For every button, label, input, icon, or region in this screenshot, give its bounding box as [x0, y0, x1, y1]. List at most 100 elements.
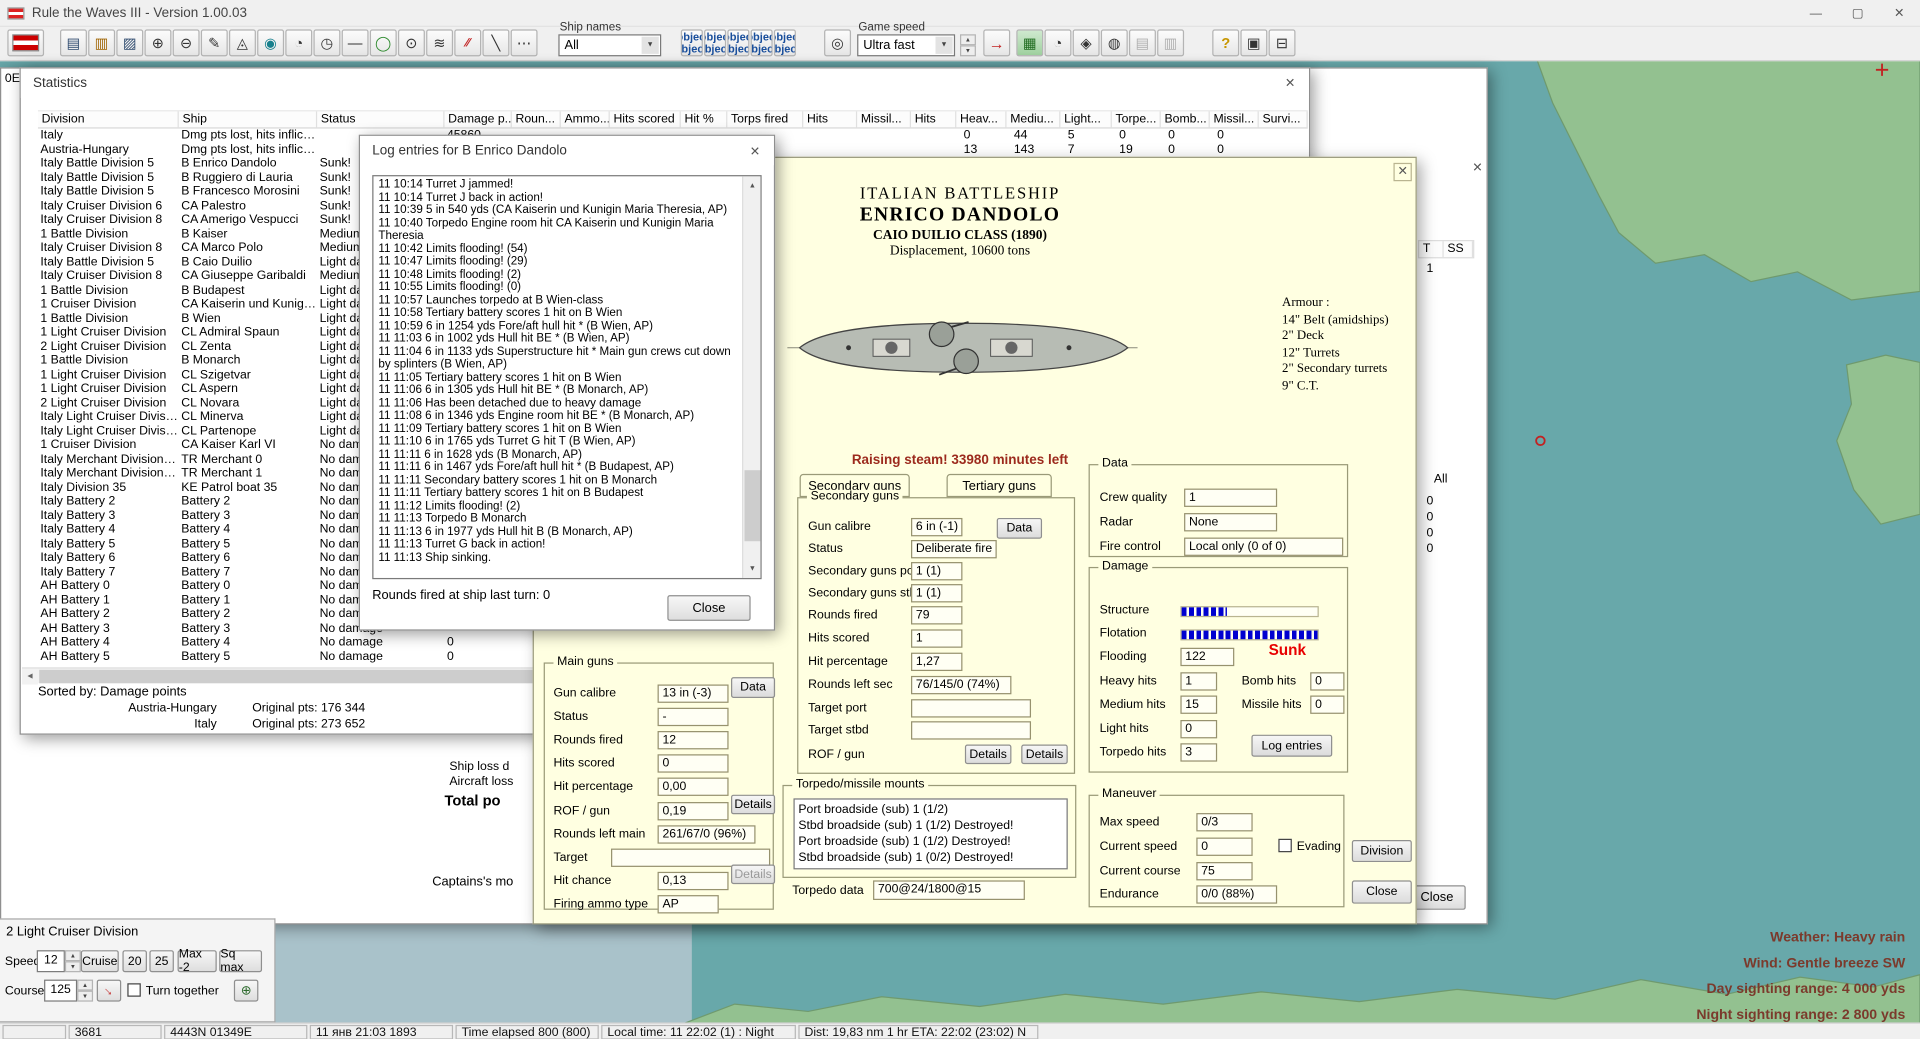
secondary-data-button[interactable]: Data: [997, 518, 1042, 539]
column-header[interactable]: Survi...: [1259, 111, 1308, 127]
battle-close-button[interactable]: Close: [1408, 885, 1466, 909]
ship-close-button[interactable]: Close: [1352, 880, 1412, 903]
torpedo-mount-item[interactable]: Port broadside (sub) 1 (1/2) Destroyed!: [798, 834, 1062, 850]
squadron-max-button[interactable]: Sq max: [219, 950, 262, 972]
run-step-1-button[interactable]: [object Object]: [704, 29, 726, 56]
column-header[interactable]: Hits: [911, 111, 956, 127]
draw-button[interactable]: ✎: [201, 29, 228, 56]
column-header[interactable]: Torps fired: [727, 111, 803, 127]
secondary-details-port-button[interactable]: Details: [965, 744, 1012, 764]
log-entry[interactable]: 11 11:13 Turret G back in action!: [378, 539, 738, 552]
speed-25-button[interactable]: 25: [149, 950, 173, 972]
torpedo-mount-item[interactable]: Stbd broadside (sub) 1 (0/2) Destroyed!: [798, 850, 1062, 866]
speed-20-button[interactable]: 20: [122, 950, 146, 972]
ship-window-close-button[interactable]: ✕: [1393, 163, 1411, 181]
column-header[interactable]: Heav...: [956, 111, 1006, 127]
advance-button[interactable]: →: [983, 29, 1010, 56]
log-entry[interactable]: 11 11:10 6 in 1765 yds Turret G hit T (B…: [378, 436, 738, 449]
log-entry[interactable]: 11 10:14 Turret J jammed!: [378, 179, 738, 192]
turn-together-checkbox[interactable]: [127, 983, 140, 996]
set-course-button[interactable]: →: [97, 980, 121, 1002]
log-entry[interactable]: 11 11:03 6 in 1002 yds Hull hit BE * (B …: [378, 333, 738, 346]
course-spinner[interactable]: 125: [44, 980, 77, 1002]
scrollbar-thumb[interactable]: [744, 470, 760, 541]
run-step-2-button[interactable]: [object Object]: [727, 29, 749, 56]
game-speed-select[interactable]: Ultra fast▼: [857, 34, 955, 56]
grid-1-button[interactable]: ▤: [1129, 29, 1156, 56]
log-entries-button[interactable]: Log entries: [1251, 735, 1332, 757]
run-button[interactable]: [object Object]: [681, 29, 703, 56]
speed-stepper[interactable]: ▲▼: [960, 34, 976, 56]
cruise-button[interactable]: Cruise: [81, 950, 119, 972]
max-speed-button[interactable]: Max -2: [178, 950, 217, 972]
vertical-scrollbar[interactable]: ▲ ▼: [742, 176, 760, 578]
log-entry[interactable]: 11 10:40 Torpedo Engine room hit CA Kais…: [378, 217, 738, 243]
print-button[interactable]: ⊟: [1269, 29, 1296, 56]
column-header[interactable]: Light...: [1060, 111, 1111, 127]
log-entry[interactable]: 11 11:13 Ship sinking.: [378, 552, 738, 565]
column-header[interactable]: Missil...: [857, 111, 911, 127]
log-entry[interactable]: 11 10:55 Limits flooding! (0): [378, 282, 738, 295]
log-entry[interactable]: 11 11:11 6 in 1467 yds Fore/aft hull hit…: [378, 462, 738, 475]
column-header[interactable]: Ship: [179, 111, 317, 127]
tab-tertiary-guns[interactable]: Tertiary guns: [947, 474, 1052, 497]
log-entry[interactable]: 11 11:04 6 in 1133 yds Superstructure hi…: [378, 346, 738, 372]
more-tools-button[interactable]: ⋯: [511, 29, 538, 56]
log-entry[interactable]: 11 10:47 Limits flooding! (29): [378, 256, 738, 269]
column-header[interactable]: Bomb...: [1161, 111, 1210, 127]
scroll-down-icon[interactable]: ▼: [743, 560, 761, 578]
maximize-button[interactable]: ▢: [1837, 0, 1879, 27]
help-button[interactable]: ?: [1212, 29, 1239, 56]
sonar-circle-button[interactable]: ⊙: [398, 29, 425, 56]
column-header[interactable]: Mediu...: [1007, 111, 1061, 127]
column-header[interactable]: Roun...: [512, 111, 561, 127]
battle-window-close-button[interactable]: ✕: [1468, 159, 1486, 177]
speed-spinner[interactable]: 12: [37, 950, 65, 972]
report-button[interactable]: ▥: [88, 29, 115, 56]
column-header[interactable]: Hits scored: [610, 111, 681, 127]
log-entry[interactable]: 11 11:08 6 in 1346 yds Engine room hit B…: [378, 410, 738, 423]
dash-button[interactable]: —: [342, 29, 369, 56]
nation-flag-button[interactable]: [7, 29, 44, 56]
column-header[interactable]: SS: [1444, 241, 1473, 257]
secondary-details-stbd-button[interactable]: Details: [1021, 744, 1068, 764]
column-header[interactable]: T: [1419, 241, 1443, 257]
globe-button[interactable]: ◉: [257, 29, 284, 56]
division-button[interactable]: Division: [1352, 840, 1412, 862]
zoom-out-button[interactable]: ⊖: [173, 29, 200, 56]
column-header[interactable]: Ammo...: [561, 111, 610, 127]
signal-circle-button[interactable]: ◯: [370, 29, 397, 56]
terrain-button[interactable]: ▦: [1016, 29, 1043, 56]
formation-target-button[interactable]: ⊕: [234, 980, 258, 1002]
save-button[interactable]: ▤: [60, 29, 87, 56]
torpedo-mount-item[interactable]: Stbd broadside (sub) 1 (1/2) Destroyed!: [798, 818, 1062, 834]
record-button[interactable]: ◎: [824, 29, 851, 56]
ship-names-select[interactable]: All▼: [558, 34, 661, 56]
red-hatch-button[interactable]: ∕∕: [454, 29, 481, 56]
mine-button[interactable]: ◈: [1073, 29, 1100, 56]
clock-2-button[interactable]: ◔: [1044, 29, 1071, 56]
column-header[interactable]: Hits: [803, 111, 857, 127]
run-step-3-button[interactable]: [object Object]: [751, 29, 773, 56]
clock-button[interactable]: ◔: [285, 29, 312, 56]
scroll-left-icon[interactable]: ◄: [22, 669, 38, 685]
weight-button[interactable]: ◍: [1101, 29, 1128, 56]
wake-lines-button[interactable]: ≋: [426, 29, 453, 56]
scroll-up-icon[interactable]: ▲: [743, 176, 761, 194]
close-button[interactable]: ✕: [1878, 0, 1920, 27]
torpedo-mount-item[interactable]: Port broadside (sub) 1 (1/2): [798, 802, 1062, 818]
speed-stepper-arrows[interactable]: ▲▼: [65, 950, 81, 972]
orders-button[interactable]: ▨: [116, 29, 143, 56]
column-header[interactable]: Division: [38, 111, 179, 127]
main-data-button[interactable]: Data: [731, 677, 775, 698]
column-header[interactable]: Hit %: [681, 111, 728, 127]
log-close-button[interactable]: Close: [667, 595, 750, 621]
run-step-4-button[interactable]: [object Object]: [774, 29, 796, 56]
log-dialog-close-button[interactable]: ✕: [746, 143, 764, 161]
main-details-button[interactable]: Details: [731, 795, 775, 815]
column-header[interactable]: Status: [317, 111, 444, 127]
log-entry[interactable]: 11 10:39 5 in 540 yds (CA Kaiserin und K…: [378, 204, 738, 217]
log-entry[interactable]: 11 11:06 6 in 1305 yds Hull hit BE * (B …: [378, 384, 738, 397]
grid-2-button[interactable]: ▥: [1157, 29, 1184, 56]
highlight-button[interactable]: ◬: [229, 29, 256, 56]
